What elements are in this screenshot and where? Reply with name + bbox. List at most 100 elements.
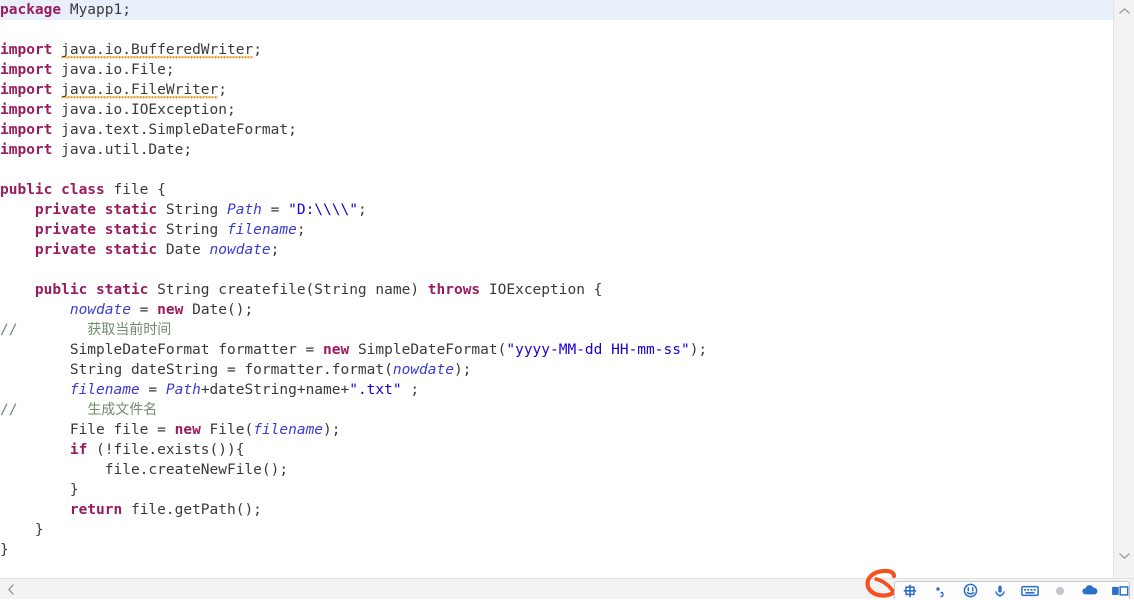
code-line-22[interactable]: File file = new File(filename);	[0, 420, 1113, 440]
code-token: Myapp1;	[61, 2, 131, 18]
cloud-sync-icon[interactable]	[1075, 582, 1105, 599]
code-token: Date	[157, 242, 210, 258]
code-line-12[interactable]: private static String filename;	[0, 220, 1113, 240]
code-token: SimpleDateFormat(	[349, 342, 507, 358]
code-line-4[interactable]: import java.io.File;	[0, 60, 1113, 80]
code-token: import	[0, 102, 53, 118]
chevron-up-icon[interactable]	[1114, 0, 1134, 21]
code-token: ;	[270, 242, 280, 258]
code-token: import	[0, 122, 53, 138]
skin-panel-icon[interactable]	[1105, 582, 1129, 599]
code-token: (!file.exists()){	[87, 442, 245, 458]
code-token: =	[261, 202, 289, 218]
code-line-21[interactable]: // 生成文件名	[0, 400, 1113, 420]
code-token: =	[139, 382, 166, 398]
code-token: nowdate	[392, 362, 454, 378]
code-line-11[interactable]: private static String Path = "D:\\\\";	[0, 200, 1113, 220]
chevron-down-icon[interactable]	[1114, 545, 1134, 566]
code-token: ;	[357, 202, 367, 218]
code-token: "yyyy-MM-dd HH-mm-ss"	[506, 342, 690, 358]
voice-input-icon[interactable]	[985, 582, 1015, 599]
code-token: String	[157, 222, 227, 238]
code-line-25[interactable]: }	[0, 480, 1113, 500]
code-line-27[interactable]: }	[0, 520, 1113, 540]
code-line-9[interactable]	[0, 160, 1113, 180]
code-editor-window: package Myapp1; import java.io.BufferedW…	[0, 0, 1134, 599]
code-token: }	[0, 482, 79, 498]
code-token: filename	[226, 222, 297, 238]
code-line-17[interactable]: // 获取当前时间	[0, 320, 1113, 340]
code-token: filename	[253, 422, 324, 438]
code-line-13[interactable]: private static Date nowdate;	[0, 240, 1113, 260]
code-token: package	[0, 2, 62, 18]
code-token: filename	[69, 382, 140, 398]
code-token: }	[0, 542, 9, 558]
code-token: private static	[34, 242, 158, 258]
code-line-14[interactable]	[0, 260, 1113, 280]
code-token: Path	[165, 382, 201, 398]
code-token: }	[0, 522, 44, 538]
code-token: 获取当前时间	[87, 322, 172, 338]
code-line-2[interactable]	[0, 20, 1113, 40]
code-line-8[interactable]: import java.util.Date;	[0, 140, 1113, 160]
code-line-7[interactable]: import java.text.SimpleDateFormat;	[0, 120, 1113, 140]
code-token: import	[0, 142, 53, 158]
code-token: //	[0, 402, 18, 418]
code-token: SimpleDateFormat formatter =	[0, 342, 324, 358]
code-line-10[interactable]: public class file {	[0, 180, 1113, 200]
code-token: Date();	[183, 302, 254, 318]
code-token: java.io.BufferedWriter	[61, 42, 254, 59]
code-token: String dateString = formatter.format(	[0, 362, 393, 378]
code-token: throws	[427, 282, 481, 298]
toolbox-dot-icon[interactable]	[1045, 582, 1075, 599]
code-token: public static	[34, 282, 149, 298]
code-line-18[interactable]: SimpleDateFormat formatter = new SimpleD…	[0, 340, 1113, 360]
code-line-24[interactable]: file.createNewFile();	[0, 460, 1113, 480]
chevron-left-icon[interactable]	[0, 579, 21, 600]
code-line-5[interactable]: import java.io.FileWriter;	[0, 80, 1113, 100]
code-token: IOException {	[480, 282, 603, 298]
code-line-20[interactable]: filename = Path+dateString+name+".txt" ;	[0, 380, 1113, 400]
code-token: java.util.Date;	[52, 142, 193, 158]
code-token: file {	[104, 182, 166, 198]
code-line-6[interactable]: import java.io.IOException;	[0, 100, 1113, 120]
code-line-15[interactable]: public static String createfile(String n…	[0, 280, 1113, 300]
code-token: ;	[253, 42, 262, 58]
code-token: );	[323, 422, 341, 438]
vertical-scrollbar[interactable]	[1113, 0, 1134, 578]
code-token: new	[157, 302, 184, 318]
sogou-input-method-toolbar[interactable]	[894, 581, 1130, 599]
code-line-3[interactable]: import java.io.BufferedWriter;	[0, 40, 1113, 60]
code-line-23[interactable]: if (!file.exists()){	[0, 440, 1113, 460]
code-line-26[interactable]: return file.getPath();	[0, 500, 1113, 520]
code-token: java.io.File;	[52, 62, 175, 78]
code-token: //	[0, 322, 18, 338]
code-line-16[interactable]: nowdate = new Date();	[0, 300, 1113, 320]
code-token: file.createNewFile();	[0, 462, 289, 478]
code-token: new	[323, 342, 350, 358]
code-token: ;	[296, 222, 306, 238]
code-token: file.getPath();	[122, 502, 262, 518]
code-token: private static	[34, 222, 158, 238]
code-line-28[interactable]: }	[0, 540, 1113, 560]
chinese-english-toggle-icon[interactable]	[895, 582, 925, 599]
fullwidth-halfwidth-icon[interactable]	[925, 582, 955, 599]
code-token: String createfile(String name)	[148, 282, 428, 298]
code-token: ".txt"	[349, 382, 402, 398]
code-token: private static	[34, 202, 158, 218]
emoji-expression-icon[interactable]	[955, 582, 985, 599]
code-token: ;	[401, 382, 420, 398]
code-line-19[interactable]: String dateString = formatter.format(now…	[0, 360, 1113, 380]
code-token: public class	[0, 182, 105, 198]
code-token: nowdate	[209, 242, 271, 258]
code-token: Path	[226, 202, 262, 218]
code-line-1[interactable]: package Myapp1;	[0, 0, 1113, 20]
code-text-area[interactable]: package Myapp1; import java.io.BufferedW…	[0, 0, 1113, 578]
soft-keyboard-icon[interactable]	[1015, 582, 1045, 599]
code-token: ;	[218, 82, 227, 98]
